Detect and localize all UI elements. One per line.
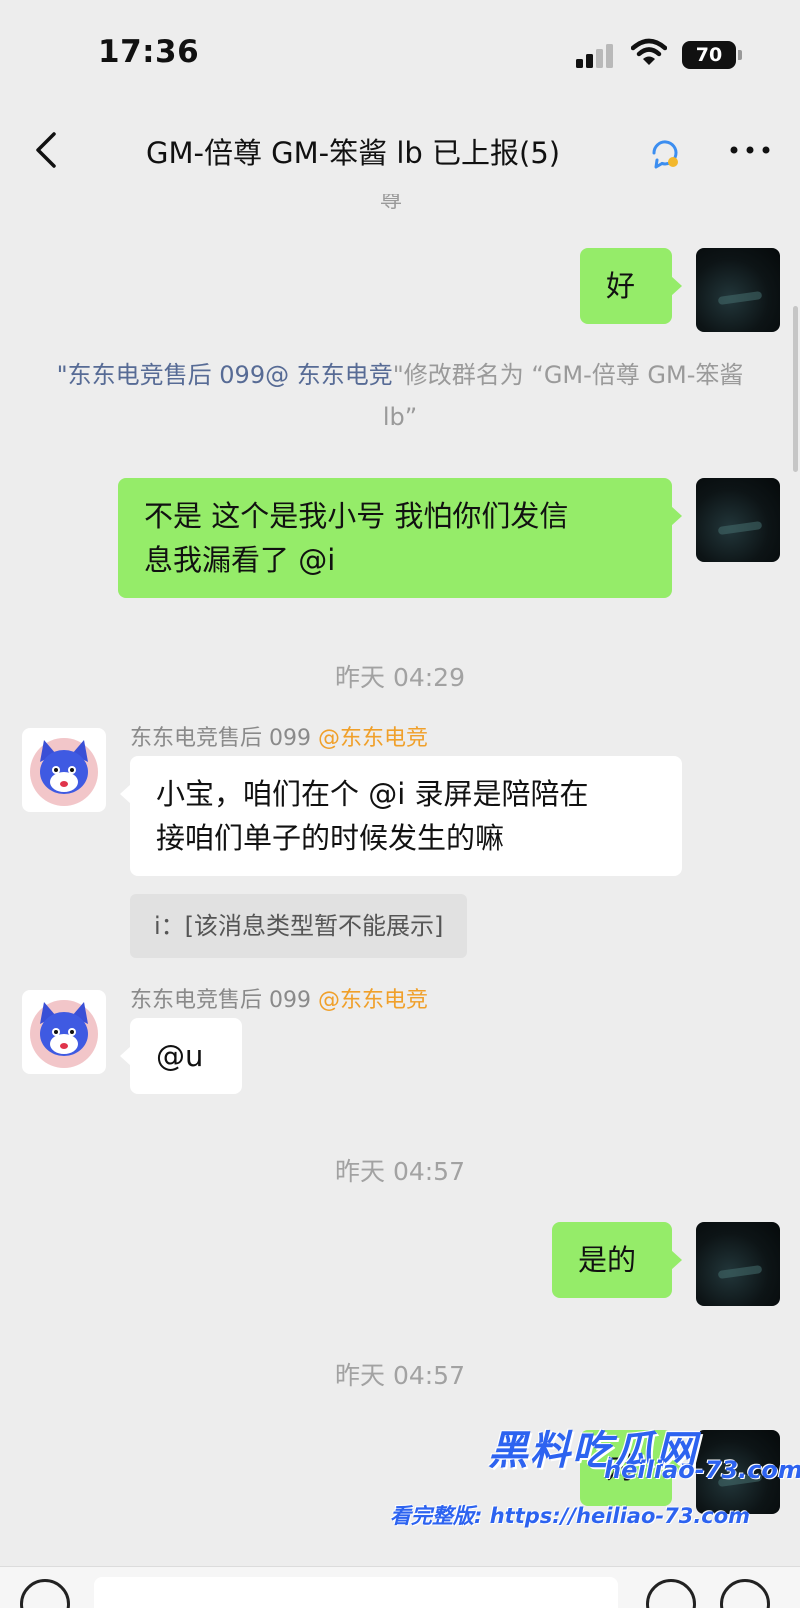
contact-avatar[interactable] [22, 728, 106, 812]
contact-message-bubble[interactable]: @u [120, 1018, 242, 1094]
message-input[interactable] [94, 1577, 618, 1608]
chat-refresh-icon [652, 140, 678, 169]
watermark-url: heiliao-73.com [604, 1456, 800, 1484]
plus-icon[interactable] [720, 1579, 770, 1608]
message-line: 不是 这个是我小号 我怕你们发信 [144, 499, 569, 533]
wifi-icon [631, 38, 667, 65]
chat-title[interactable]: GM-倍尊 GM-笨酱 lb 已上报(5) [146, 130, 560, 172]
message-line: 小宝，咱们在个 @i 录屏是陪陪在 [156, 777, 589, 811]
message-line: 接咱们单子的时候发生的嘛 [156, 821, 505, 855]
voice-icon[interactable] [20, 1579, 70, 1608]
watermark: 黑料吃瓜网 heiliao-73.com 看完整版: https://heili… [390, 1418, 800, 1558]
back-arrow-icon[interactable] [26, 128, 70, 172]
sender-name-text: 东东电竞售后 099 [130, 988, 311, 1013]
sender-name: 东东电竞售后 099 @东东电竞 [130, 720, 428, 752]
my-message-bubble[interactable]: 不是 这个是我小号 我怕你们发信 息我漏看了 @i [118, 478, 682, 598]
my-avatar[interactable] [696, 478, 780, 562]
battery-icon: 70 [682, 41, 736, 69]
sender-tag: @东东电竞 [318, 726, 429, 751]
contact-avatar[interactable] [22, 990, 106, 1074]
message-timestamp: 昨天 04:57 [335, 1157, 465, 1186]
input-bar [0, 1566, 800, 1608]
system-message-text: "修改群名为 “GM-倍尊 GM-笨酱 lb” [382, 361, 744, 431]
message-timestamp: 昨天 04:29 [335, 663, 465, 692]
my-message-bubble[interactable]: 是的 [552, 1222, 682, 1298]
scrollbar[interactable] [793, 306, 798, 472]
nav-bar: GM-倍尊 GM-笨酱 lb 已上报(5) [0, 110, 800, 194]
sender-name: 东东电竞售后 099 @东东电竞 [130, 982, 428, 1014]
system-message-link[interactable]: "东东电竞售后 099@ 东东电竞 [57, 361, 393, 389]
status-bar: 17:36 70 [0, 0, 800, 110]
message-timestamp: 昨天 04:57 [335, 1361, 465, 1390]
battery-tip [738, 50, 742, 60]
quoted-message[interactable]: i：[该消息类型暂不能展示] [130, 894, 468, 958]
watermark-link-line: 看完整版: https://heiliao-73.com [390, 1504, 751, 1528]
my-avatar[interactable] [696, 1222, 780, 1306]
sender-tag: @东东电竞 [318, 988, 429, 1013]
cut-off-text: 尊 [380, 194, 403, 213]
emoji-icon[interactable] [646, 1579, 696, 1608]
sender-name-text: 东东电竞售后 099 [130, 726, 311, 751]
signal-icon [576, 42, 618, 68]
message-line: 息我漏看了 @i [144, 543, 336, 577]
contact-message-bubble[interactable]: 小宝，咱们在个 @i 录屏是陪陪在 接咱们单子的时候发生的嘛 [120, 756, 682, 876]
system-message-rename: "东东电竞售后 099@ 东东电竞"修改群名为 “GM-倍尊 GM-笨酱 lb” [40, 354, 760, 438]
more-icon[interactable] [724, 134, 776, 166]
my-message-bubble[interactable]: 好 [580, 248, 682, 324]
my-avatar[interactable] [696, 248, 780, 332]
status-time: 17:36 [98, 34, 200, 70]
chat-area[interactable]: 尊 好 "东东电竞售后 099@ 东东电竞"修改群名为 “GM-倍尊 GM-笨酱… [0, 194, 800, 1566]
